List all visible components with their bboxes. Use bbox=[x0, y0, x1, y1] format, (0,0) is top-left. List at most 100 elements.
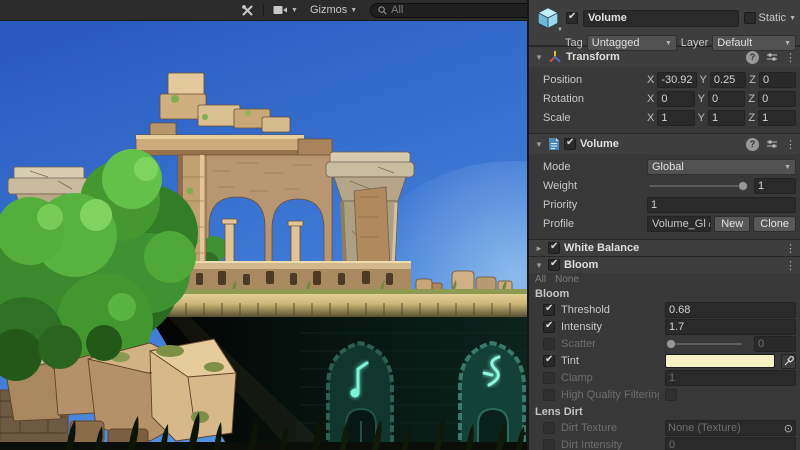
threshold-field[interactable]: 0.68 bbox=[665, 302, 796, 318]
mode-dropdown[interactable]: Global ▼ bbox=[647, 159, 796, 175]
rotation-z-field[interactable]: 0 bbox=[758, 91, 796, 107]
none-button[interactable]: None bbox=[555, 274, 579, 285]
clamp-checkbox[interactable] bbox=[543, 372, 555, 384]
more-menu-icon[interactable]: ⋮ bbox=[785, 259, 796, 272]
scene-search-input[interactable]: All bbox=[370, 3, 542, 18]
dirt-intensity-field[interactable]: 0 bbox=[665, 437, 796, 450]
chevron-down-icon: ▼ bbox=[661, 40, 672, 47]
search-placeholder: All bbox=[391, 4, 403, 16]
foldout-icon[interactable]: ▼ bbox=[534, 261, 544, 270]
hqf-row: High Quality Filtering bbox=[543, 387, 796, 403]
foldout-icon[interactable]: ▼ bbox=[534, 140, 544, 149]
foldout-icon[interactable]: ▼ bbox=[534, 53, 544, 62]
dirt-texture-object-field[interactable]: None (Texture) ⊙ bbox=[665, 420, 796, 436]
object-picker-icon[interactable]: ⊙ bbox=[708, 218, 711, 231]
position-z-field[interactable]: 0 bbox=[759, 72, 796, 88]
bloom-all-none: All None bbox=[529, 273, 800, 286]
foldout-icon[interactable]: ► bbox=[534, 244, 544, 253]
presets-icon[interactable] bbox=[766, 52, 778, 62]
scale-row: Scale X1 Y1 Z1 bbox=[543, 109, 796, 127]
white-balance-header[interactable]: ► White Balance ⋮ bbox=[529, 239, 800, 256]
dirt-texture-checkbox[interactable] bbox=[543, 422, 555, 434]
presets-icon[interactable] bbox=[766, 139, 778, 149]
eyedropper-button[interactable] bbox=[781, 354, 796, 369]
rotation-row: Rotation X0 Y0 Z0 bbox=[543, 90, 796, 108]
bloom-header[interactable]: ▼ Bloom ⋮ bbox=[529, 256, 800, 273]
scatter-checkbox[interactable] bbox=[543, 338, 555, 350]
all-button[interactable]: All bbox=[535, 274, 546, 285]
help-icon[interactable]: ? bbox=[746, 51, 759, 64]
hqf-enable-checkbox[interactable] bbox=[543, 389, 555, 401]
intensity-row: Intensity 1.7 bbox=[543, 319, 796, 335]
static-checkbox[interactable] bbox=[744, 12, 756, 24]
tag-label: Tag bbox=[565, 37, 583, 49]
layer-dropdown[interactable]: Default ▼ bbox=[712, 35, 796, 51]
bloom-section-label: Bloom bbox=[529, 286, 800, 301]
chevron-down-icon: ▼ bbox=[789, 15, 796, 22]
bloom-checkbox[interactable] bbox=[548, 259, 560, 271]
scene-camera-button[interactable]: ▼ bbox=[268, 2, 303, 19]
clamp-row: Clamp 1 bbox=[543, 370, 796, 386]
object-picker-icon[interactable]: ⊙ bbox=[784, 422, 793, 435]
dirt-intensity-row: Dirt Intensity 0 bbox=[543, 437, 796, 450]
chevron-down-icon: ▼ bbox=[780, 40, 791, 47]
tint-swatch[interactable] bbox=[665, 354, 775, 368]
more-menu-icon[interactable]: ⋮ bbox=[785, 51, 796, 64]
scene-tools-button[interactable] bbox=[236, 2, 259, 19]
scatter-row: Scatter 0 bbox=[543, 336, 796, 352]
intensity-field[interactable]: 1.7 bbox=[665, 319, 796, 335]
chevron-down-icon: ▼ bbox=[780, 164, 791, 171]
intensity-checkbox[interactable] bbox=[543, 321, 555, 333]
scatter-slider[interactable] bbox=[665, 336, 744, 352]
search-icon bbox=[378, 6, 387, 15]
profile-row: Profile Volume_Gl ⊙ New Clone bbox=[543, 215, 796, 233]
position-row: Position X-30.92 Y0.25 Z0 bbox=[543, 71, 796, 89]
dirt-intensity-checkbox[interactable] bbox=[543, 439, 555, 450]
gameobject-icon-button[interactable]: ▼ bbox=[535, 5, 561, 31]
more-menu-icon[interactable]: ⋮ bbox=[785, 242, 796, 255]
weight-row: Weight 1 bbox=[543, 177, 796, 195]
layer-label: Layer bbox=[681, 37, 709, 49]
gameobject-header: ▼ Volume Static ▼ Tag Untagged ▼ Layer bbox=[529, 0, 800, 46]
help-icon[interactable]: ? bbox=[746, 138, 759, 151]
rotation-y-field[interactable]: 0 bbox=[708, 91, 745, 107]
gizmos-dropdown[interactable]: Gizmos ▼ bbox=[305, 2, 362, 19]
clone-button[interactable]: Clone bbox=[753, 216, 796, 232]
script-icon bbox=[548, 137, 560, 151]
clamp-field[interactable]: 1 bbox=[665, 370, 796, 386]
volume-enabled-checkbox[interactable] bbox=[564, 138, 576, 150]
tint-checkbox[interactable] bbox=[543, 355, 555, 367]
hqf-value-checkbox[interactable] bbox=[665, 389, 677, 401]
tools-icon bbox=[241, 4, 254, 17]
gameobject-name-field[interactable]: Volume bbox=[583, 10, 739, 27]
position-x-field[interactable]: -30.92 bbox=[657, 72, 696, 88]
eyedropper-icon bbox=[784, 356, 794, 366]
profile-object-field[interactable]: Volume_Gl ⊙ bbox=[647, 216, 711, 232]
position-y-field[interactable]: 0.25 bbox=[710, 72, 746, 88]
volume-header[interactable]: ▼ Volume ? ⋮ bbox=[529, 133, 800, 154]
weight-slider[interactable] bbox=[647, 178, 750, 194]
bloom-override: ▼ Bloom ⋮ All None Bloom Threshold 0.68 … bbox=[529, 256, 800, 450]
gameobject-active-checkbox[interactable] bbox=[566, 12, 578, 24]
inspector-panel: ▼ Volume Static ▼ Tag Untagged ▼ Layer bbox=[529, 0, 800, 450]
scale-z-field[interactable]: 1 bbox=[758, 110, 796, 126]
rotation-x-field[interactable]: 0 bbox=[657, 91, 694, 107]
white-balance-checkbox[interactable] bbox=[548, 242, 560, 254]
scale-x-field[interactable]: 1 bbox=[657, 110, 694, 126]
scatter-field[interactable]: 0 bbox=[754, 336, 796, 352]
mode-row: Mode Global ▼ bbox=[543, 158, 796, 176]
tag-dropdown[interactable]: Untagged ▼ bbox=[587, 35, 677, 51]
dirt-texture-row: Dirt Texture None (Texture) ⊙ bbox=[543, 420, 796, 436]
static-toggle[interactable]: Static ▼ bbox=[744, 12, 796, 24]
scale-y-field[interactable]: 1 bbox=[708, 110, 745, 126]
weight-field[interactable]: 1 bbox=[754, 178, 796, 194]
priority-field[interactable]: 1 bbox=[647, 197, 796, 213]
scene-view[interactable] bbox=[0, 21, 527, 450]
more-menu-icon[interactable]: ⋮ bbox=[785, 138, 796, 151]
camera-icon bbox=[273, 5, 288, 15]
new-button[interactable]: New bbox=[714, 216, 750, 232]
chevron-down-icon: ▼ bbox=[350, 7, 357, 14]
threshold-checkbox[interactable] bbox=[543, 304, 555, 316]
transform-icon bbox=[548, 50, 562, 64]
chevron-down-icon: ▼ bbox=[557, 27, 563, 33]
